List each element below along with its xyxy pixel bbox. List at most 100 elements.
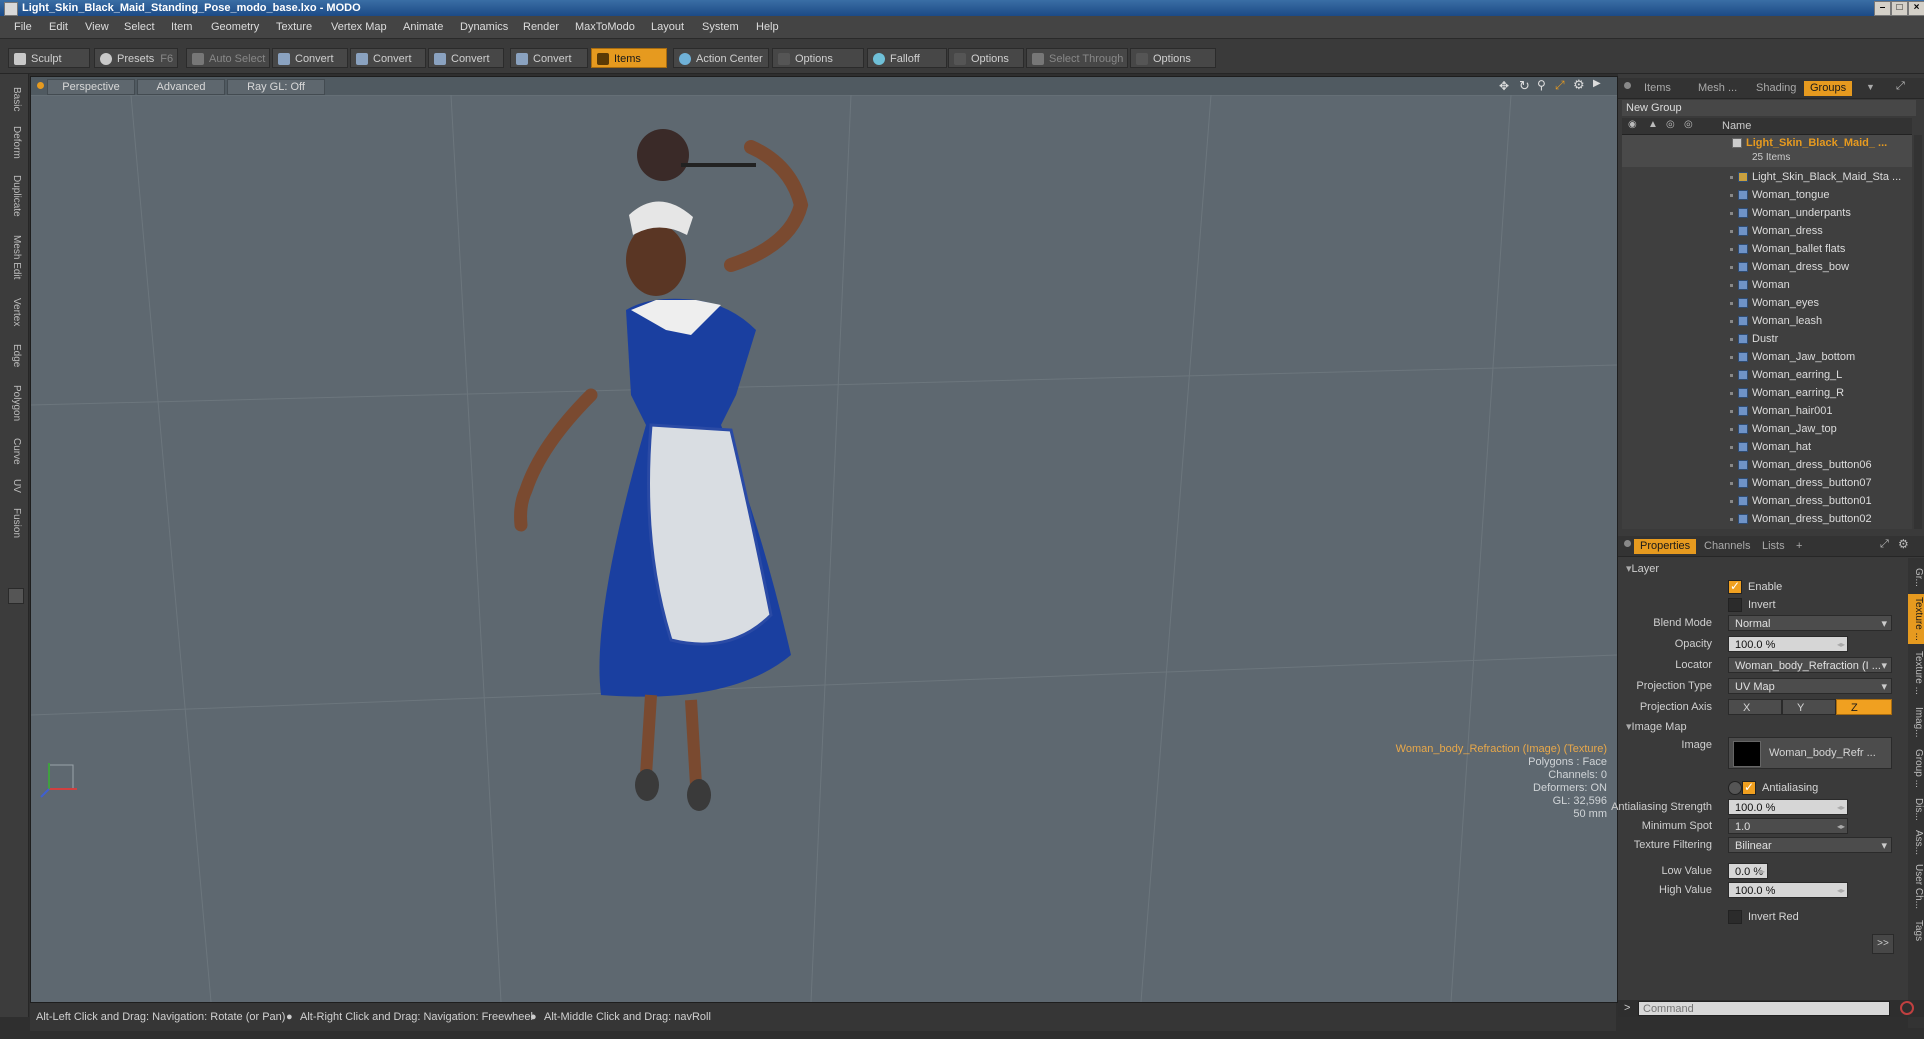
tree-row-5[interactable]: Woman_dress_bow (1622, 259, 1912, 276)
texture-filtering-select[interactable]: Bilinear (1728, 837, 1892, 853)
gear-icon[interactable]: ⚙ (1898, 537, 1909, 551)
invert-checkbox[interactable] (1728, 598, 1742, 612)
menu-system[interactable]: System (702, 21, 739, 33)
tab-properties[interactable]: Properties (1634, 539, 1697, 554)
tree-row-2[interactable]: Woman_underpants (1622, 205, 1912, 222)
tree-row-19[interactable]: Woman_dress_button02 (1622, 511, 1912, 528)
maximize-button[interactable]: □ (1891, 1, 1908, 16)
tab-vertex[interactable]: Vertex (6, 292, 22, 332)
invert-red-checkbox[interactable] (1728, 910, 1742, 924)
tree-row-14[interactable]: Woman_Jaw_top (1622, 421, 1912, 438)
expand-panel-icon[interactable]: ⤢ (1896, 80, 1905, 93)
tree-row-16[interactable]: Woman_dress_button06 (1622, 457, 1912, 474)
options-button-3[interactable]: Options (1130, 48, 1216, 68)
minimize-button[interactable]: – (1874, 1, 1891, 16)
menu-animate[interactable]: Animate (403, 21, 443, 33)
tree-row-4[interactable]: Woman_ballet flats (1622, 241, 1912, 258)
falloff-button[interactable]: Falloff (867, 48, 947, 68)
tree-row-8[interactable]: Woman_leash (1622, 313, 1912, 330)
gear-icon[interactable]: ⚙ (1573, 77, 1585, 93)
tab-groups[interactable]: Groups (1804, 81, 1853, 96)
convert-button-1[interactable]: Convert (272, 48, 348, 68)
aa-strength-field[interactable]: 100.0 % (1728, 799, 1848, 815)
side-tab-0[interactable]: Gr... (1908, 562, 1924, 592)
side-tab-6[interactable]: Ass... (1908, 828, 1924, 858)
panel-menu-icon[interactable] (1624, 82, 1631, 89)
locator-select[interactable]: Woman_body_Refraction (I ... (1728, 657, 1892, 673)
sculpt-button[interactable]: Sculpt (8, 48, 90, 68)
min-spot-field[interactable]: 1.0 (1728, 818, 1848, 834)
tab-fusion[interactable]: Fusion (6, 504, 22, 542)
menu-file[interactable]: File (14, 21, 32, 33)
tree-row-6[interactable]: Woman (1622, 277, 1912, 294)
pan-icon[interactable]: ✥ (1499, 79, 1509, 93)
tab-polygon[interactable]: Polygon (6, 380, 22, 426)
tree-row-9[interactable]: Dustr (1622, 331, 1912, 348)
tree-row-10[interactable]: Woman_Jaw_bottom (1622, 349, 1912, 366)
panel-menu-icon[interactable] (1624, 540, 1631, 547)
3d-viewport[interactable]: Perspective Advanced Ray GL: Off ✥ ↻ ⚲ ⤢… (30, 76, 1618, 1003)
tab-curve[interactable]: Curve (6, 434, 22, 468)
convert-button-4[interactable]: Convert (510, 48, 588, 68)
antialiasing-radio[interactable] (1728, 781, 1742, 795)
side-tab-3[interactable]: Imag... (1908, 702, 1924, 742)
enable-checkbox[interactable] (1728, 579, 1742, 594)
side-tab-7[interactable]: User Ch... (1908, 862, 1924, 912)
options-button-1[interactable]: Options (772, 48, 864, 68)
rotate-icon[interactable]: ↻ (1519, 78, 1530, 94)
group-row[interactable]: Light_Skin_Black_Maid_ ... 25 Items (1622, 135, 1912, 167)
options-button-2[interactable]: Options (948, 48, 1024, 68)
side-tab-4[interactable]: Group ... (1908, 746, 1924, 790)
menu-item[interactable]: Item (171, 21, 192, 33)
menu-vertex-map[interactable]: Vertex Map (331, 21, 387, 33)
viewport-menu-icon[interactable] (37, 82, 44, 89)
blend-mode-select[interactable]: Normal (1728, 615, 1892, 631)
tree-scrollbar[interactable] (1914, 135, 1922, 529)
auto-select-button[interactable]: Auto Select (186, 48, 270, 68)
maid-figure[interactable] (514, 129, 809, 811)
close-button[interactable]: × (1908, 1, 1924, 16)
zoom-icon[interactable]: ⚲ (1537, 78, 1546, 92)
low-value-field[interactable]: 0.0 % (1728, 863, 1768, 879)
more-button[interactable]: >> (1872, 934, 1894, 954)
tab-uv[interactable]: UV (6, 476, 22, 496)
tree-row-1[interactable]: Woman_tongue (1622, 187, 1912, 204)
command-input[interactable] (1638, 1001, 1890, 1016)
tab-mesh-edit[interactable]: Mesh Edit (6, 230, 22, 284)
tab-lists[interactable]: Lists (1756, 539, 1791, 554)
side-tab-1[interactable]: Texture ... (1908, 594, 1924, 644)
section-image-map[interactable]: Image Map (1626, 720, 1687, 733)
menu-render[interactable]: Render (523, 21, 559, 33)
tab-deform[interactable]: Deform (6, 122, 22, 162)
convert-button-3[interactable]: Convert (428, 48, 504, 68)
tree-row-11[interactable]: Woman_earring_L (1622, 367, 1912, 384)
maximize-view-icon[interactable]: ⤢ (1555, 78, 1565, 93)
projection-type-select[interactable]: UV Map (1728, 678, 1892, 694)
presets-button[interactable]: Presets F6 (94, 48, 178, 68)
menu-dynamics[interactable]: Dynamics (460, 21, 508, 33)
select-through-button[interactable]: Select Through (1026, 48, 1128, 68)
opacity-field[interactable]: 100.0 % (1728, 636, 1848, 652)
high-value-field[interactable]: 100.0 % (1728, 882, 1848, 898)
section-layer[interactable]: Layer (1626, 562, 1660, 575)
tree-row-12[interactable]: Woman_earring_R (1622, 385, 1912, 402)
menu-edit[interactable]: Edit (49, 21, 68, 33)
tree-row-15[interactable]: Woman_hat (1622, 439, 1912, 456)
tab-edge[interactable]: Edge (6, 340, 22, 372)
menu-layout[interactable]: Layout (651, 21, 684, 33)
axis-y-button[interactable]: Y (1782, 699, 1836, 715)
new-group-button[interactable]: New Group (1622, 100, 1916, 116)
side-tab-2[interactable]: Texture ... (1908, 648, 1924, 698)
antialiasing-checkbox[interactable] (1742, 780, 1756, 795)
tree-row-17[interactable]: Woman_dress_button07 (1622, 475, 1912, 492)
side-tab-8[interactable]: Tags (1908, 916, 1924, 946)
axis-z-button[interactable]: Z (1836, 699, 1892, 715)
record-icon[interactable] (1900, 1001, 1914, 1015)
menu-texture[interactable]: Texture (276, 21, 312, 33)
axis-x-button[interactable]: X (1728, 699, 1782, 715)
menu-help[interactable]: Help (756, 21, 779, 33)
tab-channels[interactable]: Channels (1698, 539, 1756, 554)
tree-row-18[interactable]: Woman_dress_button01 (1622, 493, 1912, 510)
menu-view[interactable]: View (85, 21, 109, 33)
expand-arrow-icon[interactable]: ▶ (1593, 78, 1601, 89)
